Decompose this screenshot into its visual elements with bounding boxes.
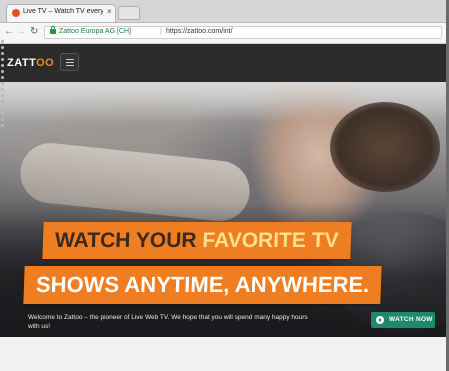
logo-highlight: OO [36, 57, 55, 69]
favicon-icon [12, 9, 20, 17]
browser-tab[interactable]: Live TV – Watch TV every × [6, 4, 116, 22]
address-bar[interactable]: Zattoo Europa AG [CH] | https://zattoo.c… [44, 26, 442, 39]
watch-now-label: WATCH NOW [389, 316, 433, 323]
welcome-text: Welcome to Zattoo – the pioneer of Live … [28, 314, 308, 330]
tab-strip: Live TV – Watch TV every × [0, 0, 449, 23]
url-separator: | [160, 28, 162, 35]
site-header: ZATTOO [0, 44, 449, 82]
zattoo-logo[interactable]: ZATTOO [7, 57, 54, 69]
forward-arrow-icon[interactable]: → [16, 26, 26, 37]
headline-line-2: SHOWS ANYTIME, ANYWHERE. [23, 266, 382, 304]
back-arrow-icon[interactable]: ← [4, 26, 14, 37]
page-below-fold [0, 337, 449, 371]
security-label: Zattoo Europa AG [CH] [59, 28, 131, 35]
logo-prefix: ZATT [7, 57, 37, 69]
play-icon [376, 316, 384, 324]
headline-line-1: WATCH YOUR FAVORITE TV [42, 222, 352, 259]
close-tab-icon[interactable]: × [107, 7, 112, 16]
headline-part-b: FAVORITE TV [201, 229, 339, 252]
hamburger-menu-icon[interactable] [60, 53, 79, 71]
browser-window: Live TV – Watch TV every × ← → ↻ Zattoo … [0, 0, 449, 371]
left-edge-dots [0, 40, 5, 140]
lock-icon [50, 26, 56, 34]
watch-now-button[interactable]: WATCH NOW [371, 312, 435, 328]
tab-title: Live TV – Watch TV every [23, 8, 103, 15]
url-text[interactable]: https://zattoo.com/int/ [166, 28, 233, 35]
new-tab-button[interactable] [118, 6, 140, 20]
headline-part-a: WATCH YOUR [54, 229, 203, 252]
reload-icon[interactable]: ↻ [30, 26, 38, 37]
browser-toolbar: ← → ↻ Zattoo Europa AG [CH] | https://za… [0, 23, 449, 44]
